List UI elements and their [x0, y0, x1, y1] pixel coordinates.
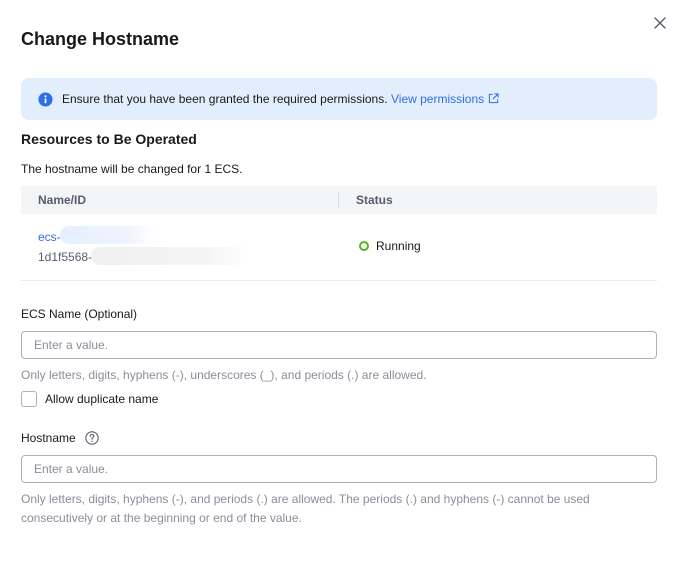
- running-status-icon: [359, 241, 369, 251]
- close-button[interactable]: [651, 14, 669, 32]
- hostname-label: Hostname: [21, 431, 76, 445]
- column-header-status: Status: [356, 193, 393, 207]
- status-text: Running: [376, 239, 421, 253]
- redacted-name: [60, 226, 156, 244]
- resources-description: The hostname will be changed for 1 ECS.: [21, 162, 243, 176]
- view-permissions-link[interactable]: View permissions: [391, 92, 484, 106]
- column-header-name-id: Name/ID: [38, 193, 87, 207]
- ecs-id: 1d1f5568-: [38, 250, 93, 264]
- info-icon: [38, 92, 53, 107]
- column-divider: [338, 192, 339, 208]
- allow-duplicate-name-label[interactable]: Allow duplicate name: [45, 392, 158, 406]
- ecs-name-link[interactable]: ecs-: [38, 230, 61, 244]
- ecs-name-input[interactable]: [21, 331, 657, 359]
- dialog-title: Change Hostname: [21, 29, 180, 49]
- external-link-icon[interactable]: [488, 93, 499, 104]
- table-header: Name/ID Status: [21, 186, 657, 214]
- permission-alert: Ensure that you have been granted the re…: [21, 78, 657, 120]
- alert-text: Ensure that you have been granted the re…: [62, 92, 388, 106]
- resources-title: Resources to Be Operated: [21, 131, 197, 147]
- redacted-id: [91, 247, 251, 265]
- hostname-hint: Only letters, digits, hyphens (-), and p…: [21, 492, 590, 525]
- ecs-name-hint: Only letters, digits, hyphens (-), under…: [21, 368, 427, 382]
- allow-duplicate-name-checkbox[interactable]: [21, 391, 37, 407]
- resources-table: Name/ID Status ecs- 1d1f5568- Running: [21, 186, 657, 281]
- close-icon: [654, 17, 666, 29]
- table-row: ecs- 1d1f5568- Running: [21, 214, 657, 281]
- help-icon[interactable]: [85, 431, 99, 445]
- ecs-name-label: ECS Name (Optional): [21, 307, 138, 321]
- change-hostname-dialog: Change Hostname Ensure that you have bee…: [0, 0, 678, 573]
- hostname-input[interactable]: [21, 455, 657, 483]
